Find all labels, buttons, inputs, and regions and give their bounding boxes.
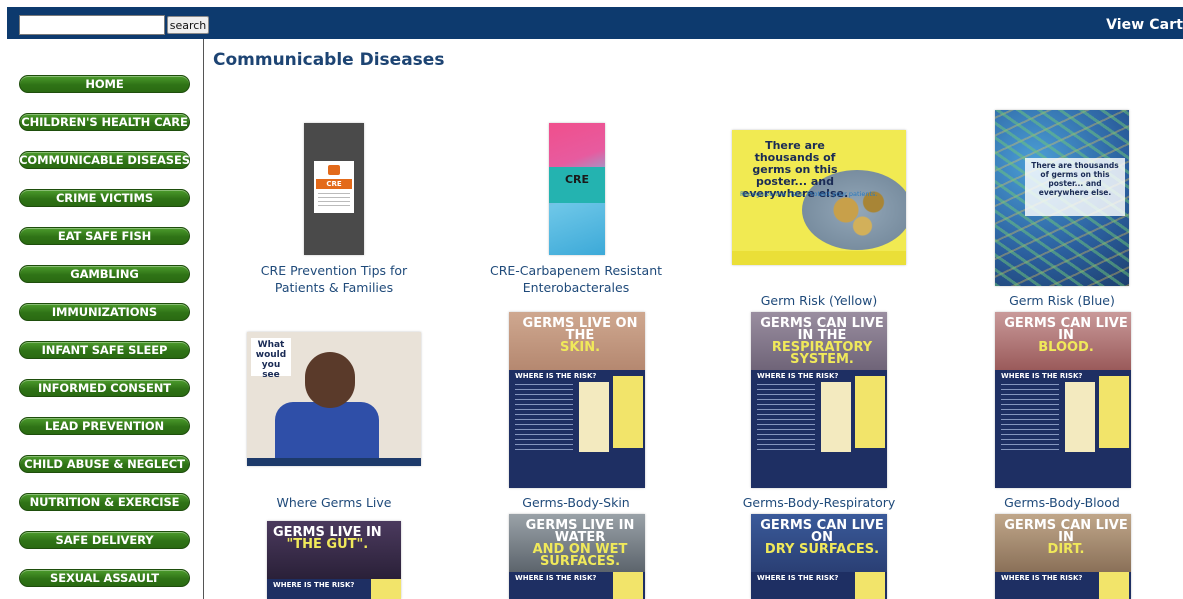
product-thumbnail[interactable]: GERMS CAN LIVE IN THE RESPIRATORY SYSTEM.… [751, 312, 887, 488]
sidebar-item-communicable-diseases[interactable]: COMMUNICABLE DISEASES [19, 151, 190, 169]
thumb-text-column [1001, 384, 1059, 454]
thumb-sidebar-column [613, 572, 643, 599]
thumb-sidebar-column [855, 572, 885, 599]
thumb-headline: There are thousands of germs on this pos… [1031, 161, 1119, 197]
product-thumbnail[interactable]: GERMS CAN LIVE IN BLOOD. WHERE IS THE RIS… [995, 312, 1131, 488]
product-caption[interactable]: Germs-Body-Blood [962, 494, 1162, 511]
product-thumbnail[interactable]: GERMS LIVE IN "THE GUT". WHERE IS THE RIS… [267, 521, 401, 599]
nurse-scrubs [275, 402, 379, 466]
thumb-headline: GERMS CAN LIVE IN DIRT. [1004, 518, 1128, 557]
thumb-sidebar-column [855, 376, 885, 448]
thumb-text-column [757, 384, 815, 454]
thumb-subline: Recognize the risks. Protect your patien… [740, 190, 878, 198]
thumb-textbox: There are thousands of germs on this pos… [1025, 158, 1125, 216]
thumb-headline: GERMS LIVE IN "THE GUT". [273, 525, 382, 552]
product-caption[interactable]: CRE Prevention Tips for Patients & Famil… [234, 262, 434, 296]
product-thumbnail[interactable]: CRE [549, 123, 605, 255]
product-caption[interactable]: Germs-Body-Skin [476, 494, 676, 511]
brochure-card: CRE [314, 161, 354, 213]
search-input[interactable] [19, 15, 165, 35]
product-caption[interactable]: Germ Risk (Blue) [962, 292, 1162, 309]
search-button[interactable]: search [167, 16, 209, 34]
product-thumbnail[interactable]: GERMS CAN LIVE IN DIRT. WHERE IS THE RISK… [995, 514, 1131, 599]
thumb-risk-label: WHERE IS THE RISK? [1001, 574, 1083, 582]
nurse-head [305, 352, 355, 408]
product-thumbnail[interactable]: There are thousands of germs on this pos… [732, 130, 906, 265]
sidebar-item-nutrition-exercise[interactable]: NUTRITION & EXERCISE [19, 493, 190, 511]
thumb-risk-label: WHERE IS THE RISK? [1001, 372, 1083, 380]
product-thumbnail[interactable]: There are thousands of germs on this pos… [995, 110, 1129, 286]
thumb-label: CRE [564, 173, 590, 186]
sidebar-item-child-abuse-neglect[interactable]: CHILD ABUSE & NEGLECT [19, 455, 190, 473]
product-caption[interactable]: Germ Risk (Yellow) [719, 292, 919, 309]
thumb-footer [247, 458, 421, 466]
thumb-risk-label: WHERE IS THE RISK? [757, 372, 839, 380]
thumb-headline: GERMS CAN LIVE IN THE RESPIRATORY SYSTEM. [760, 316, 884, 367]
thumb-sidebar-column [371, 579, 401, 599]
thumb-sidebar-column [1099, 572, 1129, 599]
product-caption[interactable]: Germs-Body-Respiratory [719, 494, 919, 511]
sidebar-item-sexual-assault[interactable]: SEXUAL ASSAULT [19, 569, 190, 587]
thumb-image-column [1065, 382, 1095, 452]
thumb-image-column [821, 382, 851, 452]
thumb-text-column [515, 384, 573, 454]
sidebar-item-infant-safe-sleep[interactable]: INFANT SAFE SLEEP [19, 341, 190, 359]
sidebar-item-childrens-health-care[interactable]: CHILDREN'S HEALTH CARE [19, 113, 190, 131]
sidebar-item-immunizations[interactable]: IMMUNIZATIONS [19, 303, 190, 321]
thumb-footer [732, 251, 906, 265]
view-cart-link[interactable]: View Cart [1106, 17, 1183, 33]
thumb-risk-label: WHERE IS THE RISK? [273, 581, 355, 589]
sidebar-item-eat-safe-fish[interactable]: EAT SAFE FISH [19, 227, 190, 245]
thumb-headline: What would you see [251, 338, 291, 380]
sidebar-item-lead-prevention[interactable]: LEAD PREVENTION [19, 417, 190, 435]
top-bar: search View Cart [7, 7, 1183, 39]
sidebar-item-safe-delivery[interactable]: SAFE DELIVERY [19, 531, 190, 549]
product-thumbnail[interactable]: GERMS LIVE IN WATER AND ON WET SURFACES. … [509, 514, 645, 599]
product-caption[interactable]: Where Germs Live [234, 494, 434, 511]
product-thumbnail[interactable]: GERMS LIVE ON THE SKIN. WHERE IS THE RISK… [509, 312, 645, 488]
thumb-headline: GERMS LIVE ON THE SKIN. [522, 316, 638, 355]
product-thumbnail[interactable]: GERMS CAN LIVE ON DRY SURFACES. WHERE IS … [751, 514, 887, 599]
sidebar-item-crime-victims[interactable]: CRIME VICTIMS [19, 189, 190, 207]
thumb-risk-label: WHERE IS THE RISK? [515, 574, 597, 582]
thumb-risk-label: WHERE IS THE RISK? [757, 574, 839, 582]
page-title: Communicable Diseases [213, 50, 445, 70]
thumb-label: CRE [316, 179, 352, 189]
text-lines [318, 193, 350, 209]
sidebar-item-home[interactable]: HOME [19, 75, 190, 93]
sidebar-nav: HOME CHILDREN'S HEALTH CARE COMMUNICABLE… [7, 39, 204, 599]
sidebar-item-gambling[interactable]: GAMBLING [19, 265, 190, 283]
thumb-headline: GERMS LIVE IN WATER AND ON WET SURFACES. [525, 518, 635, 569]
thumb-sidebar-column [613, 376, 643, 448]
thumb-risk-label: WHERE IS THE RISK? [515, 372, 597, 380]
thumb-sidebar-column [1099, 376, 1129, 448]
product-caption[interactable]: CRE-Carbapenem Resistant Enterobacterale… [476, 262, 676, 296]
logo-icon [328, 165, 340, 175]
thumb-headline: GERMS CAN LIVE IN BLOOD. [1004, 316, 1128, 355]
product-thumbnail[interactable]: What would you see [247, 332, 421, 466]
thumb-headline: GERMS CAN LIVE ON DRY SURFACES. [760, 518, 884, 557]
product-thumbnail[interactable]: CRE [304, 123, 364, 255]
thumb-image-column [579, 382, 609, 452]
sidebar-item-informed-consent[interactable]: INFORMED CONSENT [19, 379, 190, 397]
